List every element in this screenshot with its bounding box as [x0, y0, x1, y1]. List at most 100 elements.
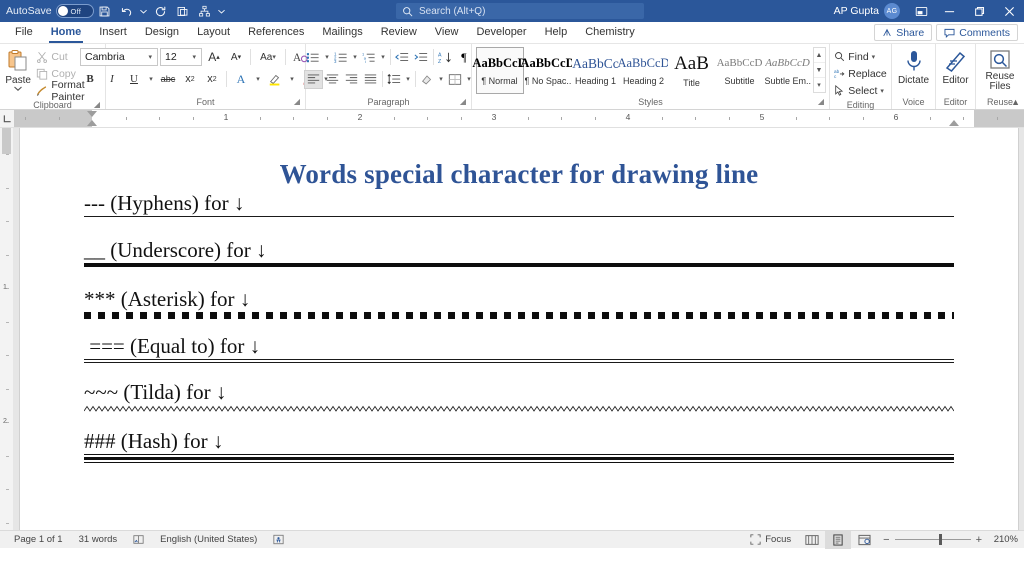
tab-layout[interactable]: Layout — [188, 22, 239, 43]
comments-button[interactable]: Comments — [936, 24, 1018, 41]
minimize-icon[interactable] — [934, 0, 964, 22]
text-effects-button[interactable]: A — [231, 70, 251, 89]
reuse-files-button[interactable]: ReuseFiles — [980, 46, 1020, 92]
bullets-button[interactable] — [304, 48, 323, 67]
multilevel-list-dropdown-icon[interactable]: ▾ — [379, 48, 388, 67]
bullets-dropdown-icon[interactable]: ▾ — [323, 48, 332, 67]
select-button[interactable]: Select ▾ — [831, 82, 890, 99]
italic-button[interactable]: I — [102, 70, 122, 89]
justify-button[interactable] — [361, 70, 380, 89]
zoom-in-button[interactable]: + — [976, 534, 982, 546]
grow-font-button[interactable]: A▴ — [204, 48, 224, 67]
horizontal-ruler[interactable]: 123456 — [0, 110, 1024, 128]
zoom-track[interactable] — [895, 539, 971, 540]
styles-scroll-up-icon[interactable]: ▲ — [814, 48, 825, 63]
tab-developer[interactable]: Developer — [467, 22, 535, 43]
tab-references[interactable]: References — [239, 22, 313, 43]
print-layout-icon[interactable] — [825, 531, 851, 549]
superscript-button[interactable]: x2 — [202, 70, 222, 89]
avatar[interactable]: AG — [884, 3, 900, 19]
line-spacing-button[interactable] — [385, 70, 404, 89]
style-normal[interactable]: AaBbCcD ¶ Normal — [476, 47, 524, 94]
document-page[interactable]: Words special character for drawing line… — [20, 128, 1018, 530]
align-right-button[interactable] — [342, 70, 361, 89]
zoom-level[interactable]: 210% — [988, 534, 1018, 545]
paragraph-dialog-launcher[interactable]: ◢ — [460, 95, 466, 108]
read-mode-icon[interactable] — [799, 531, 825, 549]
hanging-indent-marker[interactable] — [87, 120, 97, 126]
page-indicator[interactable]: Page 1 of 1 — [6, 531, 71, 549]
underline-dropdown-icon[interactable]: ▾ — [146, 70, 156, 89]
decrease-indent-button[interactable] — [393, 48, 412, 67]
text-effects-dropdown-icon[interactable]: ▾ — [253, 70, 263, 89]
customize-icon[interactable] — [194, 1, 216, 21]
paste-button[interactable]: Paste — [3, 46, 33, 91]
underline-button[interactable]: U — [124, 70, 144, 89]
focus-button[interactable]: Focus — [742, 531, 799, 549]
paste-dropdown-icon[interactable] — [14, 86, 22, 91]
style-subtitle[interactable]: AaBbCcD Subtitle — [716, 47, 764, 94]
tab-review[interactable]: Review — [372, 22, 426, 43]
account-name[interactable]: AP Gupta — [834, 5, 879, 17]
dictate-button[interactable]: Dictate — [894, 46, 934, 86]
save-icon[interactable] — [94, 1, 116, 21]
collapse-ribbon-icon[interactable]: ▲ — [1011, 97, 1020, 107]
tab-chemistry[interactable]: Chemistry — [576, 22, 644, 43]
borders-button[interactable] — [446, 70, 465, 89]
tab-home[interactable]: Home — [42, 22, 91, 43]
tab-help[interactable]: Help — [536, 22, 577, 43]
replace-button[interactable]: abc Replace — [831, 65, 890, 82]
multilevel-list-button[interactable]: 1ai — [360, 48, 379, 67]
ribbon-display-options-icon[interactable] — [908, 0, 934, 22]
styles-dialog-launcher[interactable]: ◢ — [818, 95, 824, 108]
web-layout-icon[interactable] — [851, 531, 877, 549]
bold-button[interactable]: B — [80, 70, 100, 89]
shading-dropdown-icon[interactable]: ▾ — [437, 70, 446, 89]
style-no-spacing[interactable]: AaBbCcD ¶ No Spac... — [524, 47, 572, 94]
tab-stop-selector[interactable] — [0, 110, 14, 127]
tab-mailings[interactable]: Mailings — [313, 22, 371, 43]
styles-more-icon[interactable]: ▾ — [814, 78, 825, 92]
numbering-dropdown-icon[interactable]: ▾ — [351, 48, 360, 67]
tab-view[interactable]: View — [426, 22, 468, 43]
line-spacing-dropdown-icon[interactable]: ▾ — [404, 70, 413, 89]
qat-more-icon[interactable] — [216, 1, 228, 21]
numbering-button[interactable]: 123 — [332, 48, 351, 67]
editor-button[interactable]: Editor — [936, 46, 976, 86]
word-count[interactable]: 31 words — [71, 531, 126, 549]
shrink-font-button[interactable]: A▾ — [226, 48, 246, 67]
align-center-button[interactable] — [323, 70, 342, 89]
zoom-slider[interactable]: − + — [877, 534, 988, 546]
proofing-errors-icon[interactable] — [125, 531, 152, 549]
zoom-out-button[interactable]: − — [883, 534, 889, 546]
ruler-track[interactable]: 123456 — [14, 110, 1024, 127]
highlight-button[interactable] — [265, 70, 285, 89]
first-line-indent-marker[interactable] — [87, 111, 97, 117]
vertical-ruler[interactable]: 12 — [0, 128, 14, 530]
strikethrough-button[interactable]: abc — [158, 70, 178, 89]
font-dialog-launcher[interactable]: ◢ — [294, 95, 300, 108]
style-title[interactable]: AaB Title — [668, 47, 716, 94]
highlight-dropdown-icon[interactable]: ▾ — [287, 70, 297, 89]
style-heading-2[interactable]: AaBbCcD Heading 2 — [620, 47, 668, 94]
show-formatting-marks-button[interactable]: ¶ — [455, 48, 474, 67]
shading-button[interactable] — [418, 70, 437, 89]
find-dropdown-icon[interactable]: ▾ — [872, 53, 876, 61]
select-dropdown-icon[interactable]: ▾ — [880, 87, 884, 95]
print-preview-icon[interactable] — [172, 1, 194, 21]
tab-insert[interactable]: Insert — [90, 22, 136, 43]
increase-indent-button[interactable] — [412, 48, 431, 67]
style-subtle-emphasis[interactable]: AaBbCcD Subtle Em... — [764, 47, 812, 94]
font-size-combo[interactable]: 12 ▾ — [160, 48, 202, 66]
font-name-combo[interactable]: Cambria ▾ — [80, 48, 158, 66]
change-case-button[interactable]: Aa▾ — [255, 48, 281, 67]
search-box[interactable]: Search (Alt+Q) — [396, 3, 644, 19]
tab-file[interactable]: File — [6, 22, 42, 43]
right-indent-marker[interactable] — [949, 120, 959, 126]
autosave-toggle[interactable]: Off — [56, 4, 94, 18]
language-indicator[interactable]: English (United States) — [152, 531, 265, 549]
sort-button[interactable]: AZ — [436, 48, 455, 67]
zoom-knob[interactable] — [939, 534, 942, 545]
undo-icon[interactable] — [116, 1, 138, 21]
styles-gallery-scroll[interactable]: ▲ ▼ ▾ — [813, 47, 826, 93]
